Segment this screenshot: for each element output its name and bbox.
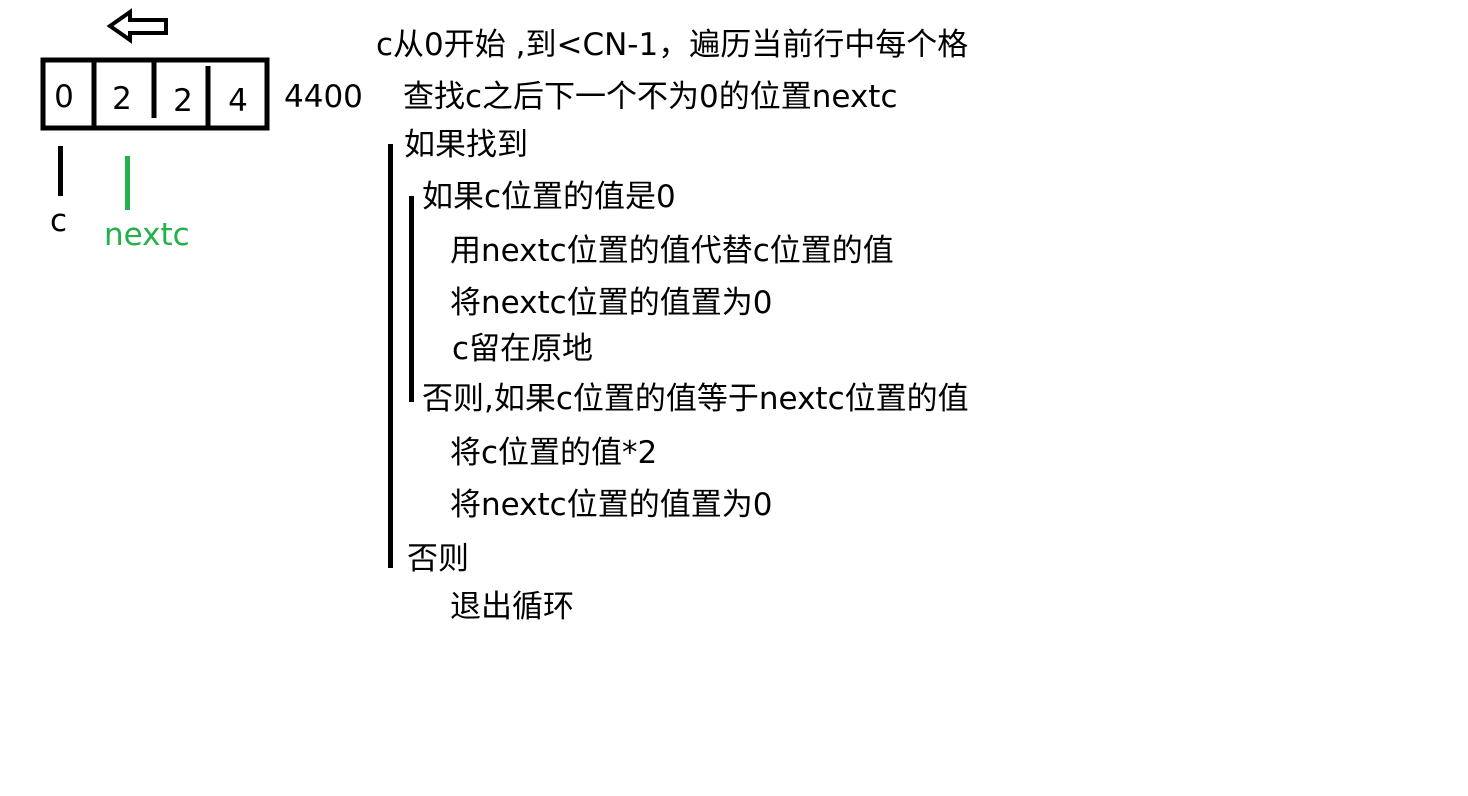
code-line-else-if-equal: 否则,如果c位置的值等于nextc位置的值 [422, 381, 969, 417]
pointer-nextc-marker [125, 156, 130, 210]
pointer-c-marker [58, 146, 63, 196]
left-arrow-icon [106, 8, 168, 44]
code-line-if-zero: 如果c位置的值是0 [422, 179, 676, 215]
if-found-bracket [388, 144, 393, 568]
grid-cell-1: 2 [112, 81, 132, 117]
code-line-if-found: 如果找到 [404, 127, 528, 163]
pointer-c-label: c [50, 203, 68, 239]
code-line-stay: c留在原地 [452, 331, 594, 367]
pointer-nextc-label: nextc [104, 217, 190, 253]
code-line-set-zero-1: 将nextc位置的值置为0 [450, 285, 773, 321]
code-line-replace: 用nextc位置的值代替c位置的值 [450, 233, 894, 269]
code-line-else: 否则 [407, 541, 469, 577]
grid-cell-0: 0 [54, 79, 74, 115]
code-line-set-zero-2: 将nextc位置的值置为0 [450, 487, 773, 523]
grid-cell-2: 2 [173, 83, 193, 119]
code-line-double: 将c位置的值*2 [450, 435, 658, 471]
code-line-loop: c从0开始 ,到<CN-1，遍历当前行中每个格 [376, 27, 969, 63]
result-label: 4400 [284, 79, 363, 115]
if-zero-bracket [409, 196, 414, 402]
grid-cell-3: 4 [228, 83, 248, 119]
code-line-break: 退出循环 [450, 589, 574, 625]
code-line-find-nextc: 查找c之后下一个不为0的位置nextc [403, 79, 898, 115]
